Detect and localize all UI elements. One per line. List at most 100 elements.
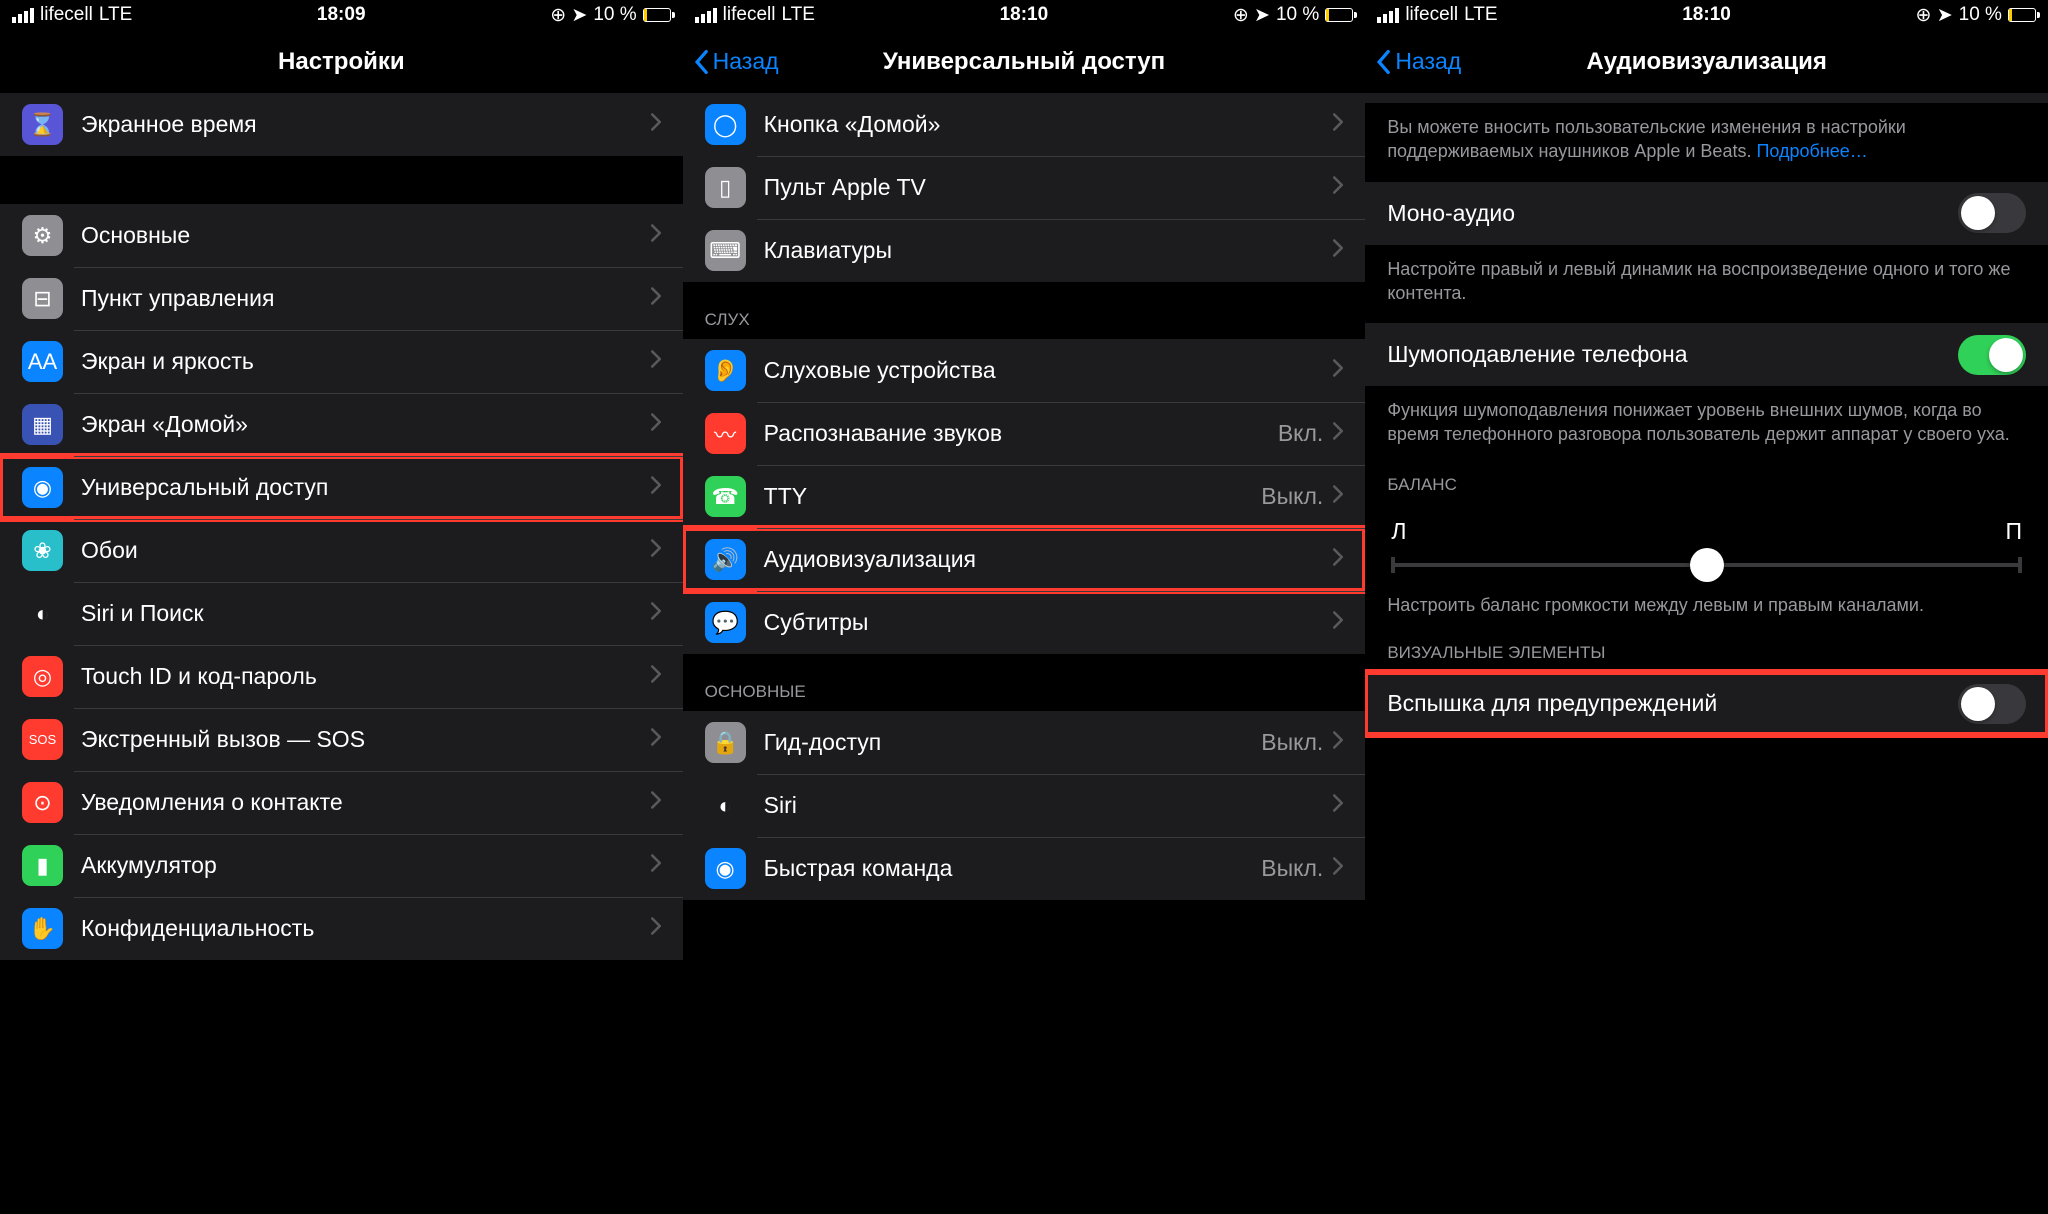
row-label: Экран «Домой»	[81, 411, 651, 438]
row-label: Кнопка «Домой»	[764, 111, 1334, 138]
balance-right-label: П	[2005, 518, 2022, 545]
row-label: Гид-доступ	[764, 729, 1262, 756]
row-icon: ⊙	[22, 782, 63, 823]
chevron-right-icon	[1333, 176, 1343, 199]
row-icon: 〰	[705, 413, 746, 454]
toggle-mono-audio[interactable]	[1958, 193, 2026, 233]
phone-3: lifecellLTE 18:10 ⊕ ➤10 % Назад Аудиовиз…	[1365, 0, 2048, 1214]
settings-row[interactable]: ▦ Экран «Домой»	[0, 393, 683, 456]
section-header-balance: БАЛАНС	[1365, 465, 2048, 504]
chevron-right-icon	[1333, 611, 1343, 634]
row-label: Универсальный доступ	[81, 474, 651, 501]
settings-row[interactable]: 👂 Слуховые устройства	[683, 339, 1366, 402]
chevron-right-icon	[1333, 485, 1343, 508]
row-label: Распознавание звуков	[764, 420, 1278, 447]
description-noise: Функция шумоподавления понижает уровень …	[1365, 386, 2048, 465]
chevron-right-icon	[651, 917, 661, 940]
row-icon: 🔊	[705, 539, 746, 580]
row-icon: ⚙	[22, 215, 63, 256]
row-label: Основные	[81, 222, 651, 249]
settings-row[interactable]: ⚙ Основные	[0, 204, 683, 267]
chevron-right-icon	[651, 539, 661, 562]
row-label: Субтитры	[764, 609, 1334, 636]
description-headphones: Вы можете вносить пользовательские измен…	[1365, 103, 2048, 182]
row-value: Выкл.	[1261, 855, 1323, 882]
row-label: Клавиатуры	[764, 237, 1334, 264]
page-title: Универсальный доступ	[883, 48, 1165, 76]
balance-control: ЛП	[1365, 504, 2048, 589]
row-icon: ◯	[705, 104, 746, 145]
chevron-right-icon	[651, 602, 661, 625]
status-bar: lifecellLTE 18:10 ⊕ ➤10 %	[1365, 0, 2048, 30]
chevron-right-icon	[1333, 794, 1343, 817]
row-label: Siri	[764, 792, 1334, 819]
status-bar: lifecellLTE 18:10 ⊕ ➤10 %	[683, 0, 1366, 30]
description-mono: Настройте правый и левый динамик на восп…	[1365, 245, 2048, 324]
description-balance: Настроить баланс громкости между левым и…	[1365, 589, 2048, 635]
settings-row[interactable]: ☎TTYВыкл.	[683, 465, 1366, 528]
settings-row[interactable]: ◎Touch ID и код-пароль	[0, 645, 683, 708]
nav-bar: Назад Универсальный доступ	[683, 30, 1366, 93]
row-icon: ⊟	[22, 278, 63, 319]
row-label: Аудиовизуализация	[764, 546, 1334, 573]
row-noise-cancellation[interactable]: Шумоподавление телефона	[1365, 323, 2048, 386]
row-flash-alerts[interactable]: Вспышка для предупреждений	[1365, 672, 2048, 735]
settings-row[interactable]: ❀ Обои	[0, 519, 683, 582]
page-title: Настройки	[278, 48, 405, 76]
phone-2: lifecellLTE 18:10 ⊕ ➤10 % Назад Универса…	[683, 0, 1366, 1214]
row-icon: 🔒	[705, 722, 746, 763]
settings-row[interactable]: SOSЭкстренный вызов — SOS	[0, 708, 683, 771]
chevron-right-icon	[651, 665, 661, 688]
row-label: Вспышка для предупреждений	[1387, 690, 1958, 717]
back-button[interactable]: Назад	[693, 48, 779, 75]
row-label: Пункт управления	[81, 285, 651, 312]
row-value: Вкл.	[1278, 420, 1323, 447]
row-icon: AA	[22, 341, 63, 382]
row-icon: ▯	[705, 167, 746, 208]
settings-row[interactable]: ◯ Кнопка «Домой»	[683, 93, 1366, 156]
chevron-right-icon	[1333, 113, 1343, 136]
settings-row[interactable]: ⌨ Клавиатуры	[683, 219, 1366, 282]
row-icon: ✋	[22, 908, 63, 949]
row-value: Выкл.	[1261, 483, 1323, 510]
chevron-right-icon	[651, 854, 661, 877]
settings-row[interactable]: ▮Аккумулятор	[0, 834, 683, 897]
settings-row[interactable]: ◉Быстрая командаВыкл.	[683, 837, 1366, 900]
row-label: Быстрая команда	[764, 855, 1262, 882]
chevron-right-icon	[651, 350, 661, 373]
section-header-hearing: СЛУХ	[683, 282, 1366, 339]
settings-row[interactable]: ⌛ Экранное время	[0, 93, 683, 156]
settings-row[interactable]: 🔊 Аудиовизуализация	[683, 528, 1366, 591]
row-label: Обои	[81, 537, 651, 564]
toggle-flash-alerts[interactable]	[1958, 684, 2026, 724]
row-label: Экранное время	[81, 111, 651, 138]
settings-row[interactable]: 🔒Гид-доступВыкл.	[683, 711, 1366, 774]
row-icon: 👂	[705, 350, 746, 391]
balance-slider[interactable]	[1391, 563, 2022, 567]
settings-row[interactable]: 💬Субтитры	[683, 591, 1366, 654]
row-label: Шумоподавление телефона	[1387, 341, 1958, 368]
learn-more-link[interactable]: Подробнее…	[1756, 141, 1867, 161]
settings-row[interactable]: ✋Конфиденциальность	[0, 897, 683, 960]
toggle-noise-cancellation[interactable]	[1958, 335, 2026, 375]
row-icon: SOS	[22, 719, 63, 760]
row-label: Экран и яркость	[81, 348, 651, 375]
row-mono-audio[interactable]: Моно-аудио	[1365, 182, 2048, 245]
row-icon: ⌨	[705, 230, 746, 271]
page-title: Аудиовизуализация	[1586, 48, 1826, 76]
row-icon: ▦	[22, 404, 63, 445]
settings-row[interactable]: ◉Универсальный доступ	[0, 456, 683, 519]
row-icon: ⌛	[22, 104, 63, 145]
chevron-right-icon	[651, 476, 661, 499]
settings-row[interactable]: ◐Siri и Поиск	[0, 582, 683, 645]
row-icon: ❀	[22, 530, 63, 571]
back-button[interactable]: Назад	[1375, 48, 1461, 75]
settings-row[interactable]: ⊟ Пункт управления	[0, 267, 683, 330]
settings-row[interactable]: ◐Siri	[683, 774, 1366, 837]
settings-row[interactable]: AA Экран и яркость	[0, 330, 683, 393]
settings-row[interactable]: ▯Пульт Apple TV	[683, 156, 1366, 219]
settings-row[interactable]: ⊙ Уведомления о контакте	[0, 771, 683, 834]
row-label: Слуховые устройства	[764, 357, 1334, 384]
row-label: Уведомления о контакте	[81, 789, 651, 816]
settings-row[interactable]: 〰 Распознавание звуковВкл.	[683, 402, 1366, 465]
